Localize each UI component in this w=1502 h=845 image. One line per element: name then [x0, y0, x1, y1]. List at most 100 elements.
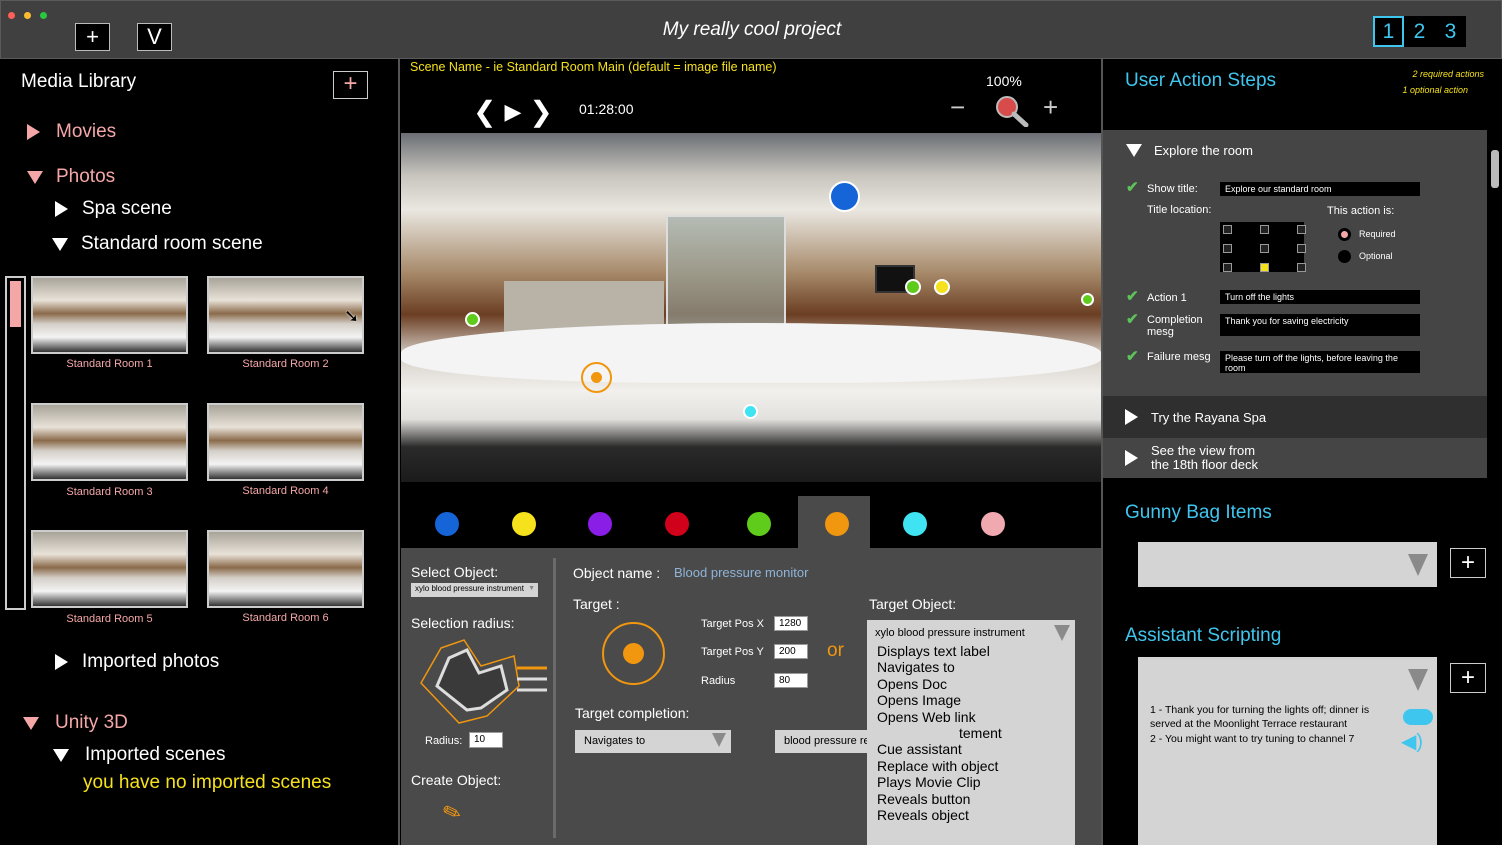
object-name-value[interactable]: Blood pressure monitor	[674, 565, 808, 580]
grid-checkbox[interactable]	[1260, 225, 1269, 234]
hotspot-yellow[interactable]	[934, 279, 950, 295]
selection-shape-icon[interactable]	[419, 638, 549, 728]
page-1-button[interactable]: 1	[1373, 16, 1404, 47]
completion-input[interactable]: Thank you for saving electricity	[1220, 314, 1420, 336]
swatch-yellow[interactable]	[512, 512, 536, 536]
zoom-window-button[interactable]	[40, 12, 47, 19]
add-media-button[interactable]: +	[333, 71, 368, 99]
grid-checkbox[interactable]	[1260, 244, 1269, 253]
grid-checkbox-selected[interactable]	[1260, 263, 1269, 272]
thumbnail-standard-room-5[interactable]: Standard Room 5	[31, 530, 188, 625]
grid-checkbox[interactable]	[1297, 244, 1306, 253]
tree-item-photos[interactable]: Photos	[27, 166, 115, 188]
target-object-label: Target Object:	[869, 596, 957, 612]
option-item[interactable]: Reveals button	[877, 791, 1065, 807]
select-object-dropdown[interactable]: xylo blood pressure instrument ▼	[411, 583, 538, 597]
magnifier-icon[interactable]	[995, 95, 1029, 127]
pencil-icon[interactable]: ✎	[439, 798, 465, 829]
tree-item-movies[interactable]: Movies	[27, 121, 116, 143]
tree-item-unity-3d[interactable]: Unity 3D	[23, 712, 128, 734]
radius-input[interactable]: 10	[469, 732, 503, 748]
target-pos-x-input[interactable]: 1280	[774, 616, 808, 631]
page-2-button[interactable]: 2	[1404, 16, 1435, 47]
tree-item-standard-room-scene[interactable]: Standard room scene	[52, 233, 263, 255]
zoom-out-button[interactable]: −	[950, 92, 965, 123]
option-item[interactable]: tement	[877, 725, 1065, 741]
step-header[interactable]: See the view from the 18th floor deck	[1125, 444, 1271, 472]
option-item[interactable]: Replace with object	[877, 758, 1065, 774]
tree-item-imported-photos[interactable]: Imported photos	[55, 651, 219, 673]
page-3-button[interactable]: 3	[1435, 16, 1466, 47]
failure-input[interactable]: Please turn off the lights, before leavi…	[1220, 351, 1420, 373]
hotspot-green-tv[interactable]	[905, 279, 921, 295]
zoom-in-button[interactable]: +	[1043, 92, 1058, 123]
option-item[interactable]: Opens Doc	[877, 676, 1065, 692]
tree-item-spa-scene[interactable]: Spa scene	[55, 198, 172, 220]
required-radio[interactable]	[1338, 228, 1351, 241]
failure-checkbox[interactable]: ✔	[1126, 347, 1139, 365]
target-pos-y-label: Target Pos Y	[701, 646, 764, 658]
play-icon[interactable]: ▶	[504, 99, 521, 125]
grid-checkbox[interactable]	[1223, 225, 1232, 234]
target-radius-input[interactable]: 80	[774, 673, 808, 688]
thumbnail-standard-room-1[interactable]: Standard Room 1	[31, 276, 188, 370]
thumbnail-standard-room-3[interactable]: Standard Room 3	[31, 403, 188, 498]
hotspot-green[interactable]	[465, 312, 480, 327]
speaker-icon[interactable]: ◀)	[1401, 729, 1423, 754]
target-object-dropdown-open[interactable]: xylo blood pressure instrument Displays …	[867, 620, 1075, 845]
option-item[interactable]: Navigates to	[877, 659, 1065, 675]
library-scrollbar[interactable]	[5, 276, 26, 610]
step-rayana-spa[interactable]: Try the Rayana Spa	[1103, 396, 1487, 438]
option-item[interactable]: Opens Image	[877, 692, 1065, 708]
chevron-right-icon[interactable]: ❯	[529, 95, 552, 128]
hotspot-orange-target[interactable]	[581, 362, 612, 393]
close-window-button[interactable]	[8, 12, 15, 19]
thumbnail-standard-room-4[interactable]: Standard Room 4	[207, 403, 364, 497]
swatch-red[interactable]	[665, 512, 689, 536]
hotspot-cyan[interactable]	[743, 404, 758, 419]
completion-dropdown[interactable]: Navigates to	[575, 730, 731, 753]
step-header[interactable]: Explore the room	[1126, 143, 1253, 158]
scrollbar-thumb[interactable]	[10, 281, 21, 327]
title-location-grid[interactable]	[1220, 222, 1306, 272]
chat-bubble-icon[interactable]	[1403, 709, 1433, 725]
option-item[interactable]: Cue assistant	[877, 741, 1065, 757]
add-script-button[interactable]: +	[1450, 663, 1486, 693]
chevron-left-icon[interactable]: ❮	[473, 95, 496, 128]
optional-radio[interactable]	[1338, 250, 1351, 263]
panorama-viewport[interactable]	[401, 133, 1101, 482]
option-item[interactable]: Reveals object	[877, 807, 1065, 823]
action1-input[interactable]: Turn off the lights	[1220, 290, 1420, 304]
grid-checkbox[interactable]	[1297, 263, 1306, 272]
swatch-purple[interactable]	[588, 512, 612, 536]
action1-checkbox[interactable]: ✔	[1126, 287, 1139, 305]
show-title-input[interactable]: Explore our standard room	[1220, 182, 1420, 196]
swatch-orange[interactable]	[825, 512, 849, 536]
thumbnail-standard-room-2[interactable]: Standard Room 2 ➘	[207, 276, 364, 370]
hotspot-green-right[interactable]	[1081, 293, 1094, 306]
assistant-script-box[interactable]: 1 - Thank you for turning the lights off…	[1138, 657, 1437, 845]
option-item[interactable]: Plays Movie Clip	[877, 774, 1065, 790]
swatch-pink[interactable]	[981, 512, 1005, 536]
thumbnail-standard-room-6[interactable]: Standard Room 6	[207, 530, 364, 624]
step-header[interactable]: Try the Rayana Spa	[1125, 409, 1266, 425]
swatch-cyan[interactable]	[903, 512, 927, 536]
swatch-green[interactable]	[747, 512, 771, 536]
required-label: Required	[1359, 229, 1396, 239]
gunny-bag-dropdown[interactable]	[1138, 542, 1437, 587]
hotspot-blue[interactable]	[829, 181, 860, 212]
completion-checkbox[interactable]: ✔	[1126, 310, 1139, 328]
add-gunny-item-button[interactable]: +	[1450, 548, 1486, 578]
option-item[interactable]: Opens Web link	[877, 709, 1065, 725]
grid-checkbox[interactable]	[1297, 225, 1306, 234]
minimize-window-button[interactable]	[24, 12, 31, 19]
step-view-deck[interactable]: See the view from the 18th floor deck	[1103, 438, 1487, 478]
grid-checkbox[interactable]	[1223, 244, 1232, 253]
option-item[interactable]: Displays text label	[877, 643, 1065, 659]
show-title-checkbox[interactable]: ✔	[1126, 178, 1139, 196]
swatch-blue[interactable]	[435, 512, 459, 536]
target-pos-y-input[interactable]: 200	[774, 644, 808, 659]
tree-item-imported-scenes[interactable]: Imported scenes	[53, 744, 225, 766]
grid-checkbox[interactable]	[1223, 263, 1232, 272]
steps-scrollbar-thumb[interactable]	[1491, 150, 1499, 188]
